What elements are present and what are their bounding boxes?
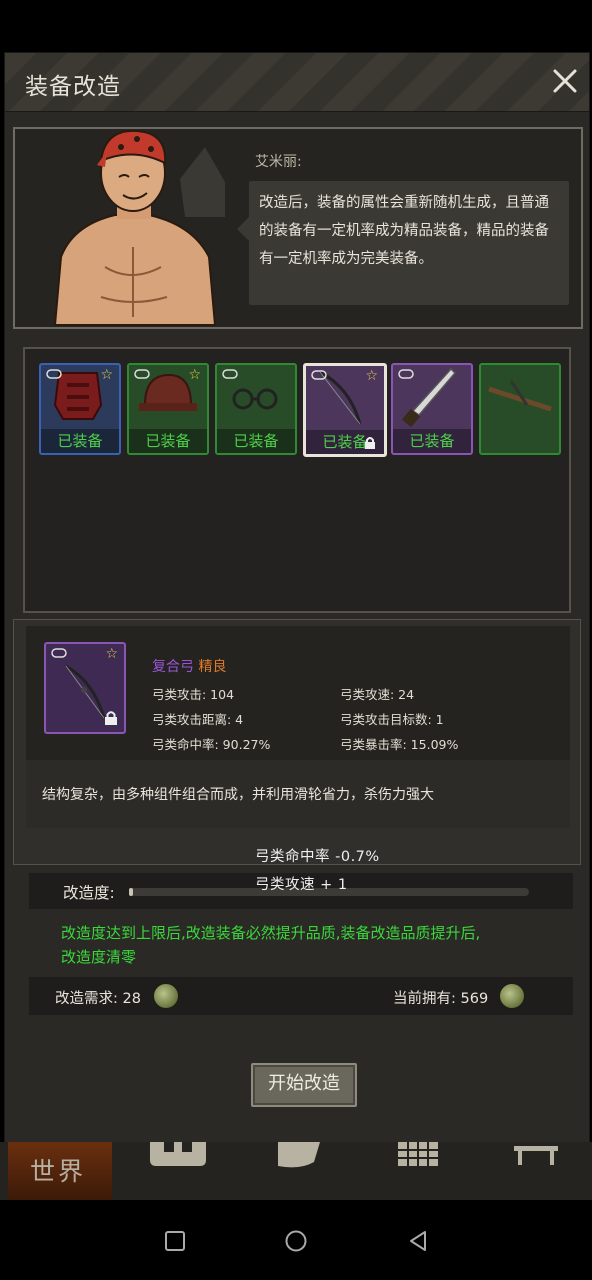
window-title: 装备改造 — [25, 74, 121, 100]
backpack-icon[interactable] — [146, 1142, 210, 1168]
item-description: 结构复杂，由多种组件组合而成，并利用滑轮省力，杀伤力强大 — [42, 787, 434, 803]
npc-dialogue: 改造后，装备的属性会重新随机生成，且普通的装备有一定机率成为精品装备，精品的装备… — [259, 195, 549, 267]
home-icon[interactable] — [284, 1229, 308, 1253]
tag-icon — [311, 370, 327, 380]
equipment-slot[interactable]: ☆ 已装备 — [127, 363, 209, 455]
item-description-box: 结构复杂，由多种组件组合而成，并利用滑轮省力，杀伤力强大 — [26, 760, 570, 828]
star-icon: ☆ — [188, 367, 201, 383]
close-icon[interactable] — [549, 65, 581, 97]
equipment-slot[interactable]: ☆ 已装备 — [39, 363, 121, 455]
character-icon[interactable] — [270, 1142, 322, 1172]
tab-world[interactable]: 世界 — [8, 1142, 112, 1200]
progress-fill — [129, 888, 133, 896]
stat-crit-rate: 弓类暴击率: 15.09% — [340, 737, 459, 752]
title-bar: 装备改造 — [5, 53, 589, 112]
workbench-icon[interactable] — [512, 1142, 560, 1168]
item-detail-panel: ☆ 复合弓 精良 弓类攻击: 104 弓类攻速: 24 弓类攻击距离: 4 弓类… — [13, 619, 581, 865]
stat-range: 弓类攻击距离: 4 — [152, 712, 244, 727]
equipment-refine-window: 装备改造 艾米丽: 改造后，装备的属性会重新随机生成，且普通的装备有一定机率成为… — [4, 52, 590, 1144]
slot-status-label: 已装备 — [217, 429, 295, 453]
npc-name: 艾米丽: — [255, 154, 302, 170]
star-icon: ☆ — [105, 646, 118, 662]
tag-icon — [398, 369, 414, 379]
map-grid-icon[interactable] — [396, 1142, 440, 1168]
tag-icon — [51, 648, 67, 658]
slot-status-label: 已装备 — [393, 429, 471, 453]
system-nav-bar — [0, 1200, 592, 1280]
item-quality: 精良 — [198, 659, 227, 675]
cost-row: 改造需求: 28 当前拥有: 569 — [29, 977, 573, 1015]
coin-icon — [499, 983, 525, 1009]
equipment-slot[interactable]: 已装备 — [391, 363, 473, 455]
slot-status-label: 已装备 — [129, 429, 207, 453]
start-refine-button[interactable]: 开始改造 — [251, 1063, 357, 1107]
currency-owned: 当前拥有: 569 — [393, 991, 489, 1007]
progress-label: 改造度: — [63, 884, 115, 902]
slot-status-label: 已装备 — [41, 429, 119, 453]
game-tab-bar: 世界 — [0, 1142, 592, 1200]
back-icon[interactable] — [406, 1229, 430, 1253]
cost-required: 改造需求: 28 — [55, 991, 141, 1007]
item-name-text: 复合弓 — [152, 659, 194, 675]
refine-bonus-line: 弓类攻速 + 1 — [255, 877, 348, 893]
lock-icon — [105, 711, 117, 725]
equipment-grid: ☆ 已装备 ☆ 已装备 已装备 ☆ 已装备 已装备 — [23, 347, 571, 613]
stat-attack-speed: 弓类攻速: 24 — [340, 687, 415, 702]
equipment-slot[interactable]: 已装备 — [215, 363, 297, 455]
refine-bonus-line: 弓类命中率 -0.7% — [255, 849, 380, 865]
stat-attack: 弓类攻击: 104 — [152, 687, 235, 702]
selected-item-icon: ☆ — [44, 642, 126, 734]
tag-icon — [222, 369, 238, 379]
refine-hint: 改造度达到上限后,改造装备必然提升品质,装备改造品质提升后,改造度清零 — [61, 924, 481, 966]
stat-targets: 弓类攻击目标数: 1 — [340, 712, 444, 727]
npc-dialog-box: 艾米丽: 改造后，装备的属性会重新随机生成，且普通的装备有一定机率成为精品装备，… — [13, 127, 583, 329]
crossbow-icon — [488, 380, 552, 412]
speech-bubble: 改造后，装备的属性会重新随机生成，且普通的装备有一定机率成为精品装备，精品的装备… — [237, 181, 569, 305]
item-stats-area: ☆ 复合弓 精良 弓类攻击: 104 弓类攻速: 24 弓类攻击距离: 4 弓类… — [26, 626, 570, 766]
npc-portrait — [53, 129, 225, 326]
lock-icon — [365, 437, 375, 449]
equipment-slot[interactable]: ☆ 已装备 — [303, 363, 387, 457]
star-icon: ☆ — [365, 368, 378, 384]
star-icon: ☆ — [100, 367, 113, 383]
tag-icon — [134, 369, 150, 379]
tab-world-label: 世界 — [30, 1157, 87, 1186]
recents-icon[interactable] — [164, 1230, 186, 1252]
coin-icon — [153, 983, 179, 1009]
item-name: 复合弓 精良 — [152, 656, 226, 676]
equipment-slot[interactable] — [479, 363, 561, 455]
tag-icon — [46, 369, 62, 379]
stat-hit-rate: 弓类命中率: 90.27% — [152, 737, 271, 752]
